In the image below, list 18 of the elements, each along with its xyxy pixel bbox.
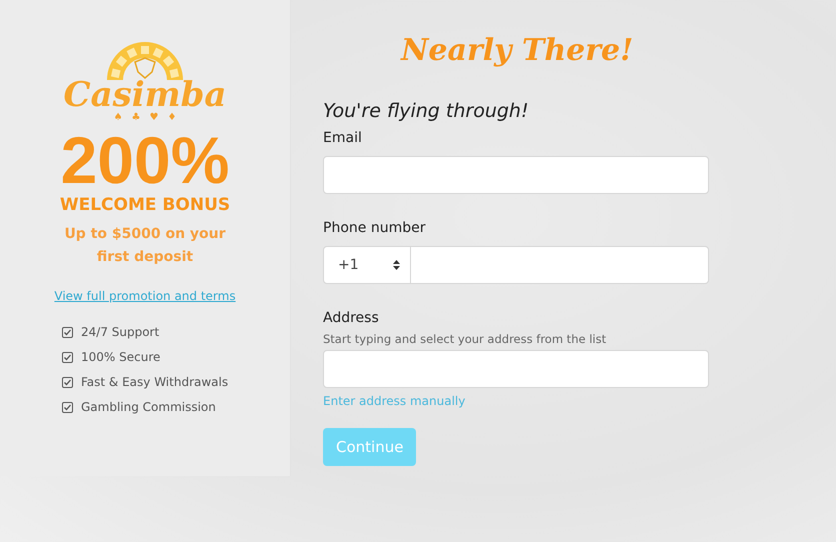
form-subheading: You're flying through! — [323, 100, 530, 122]
field-label: Address — [323, 310, 380, 326]
feature-label: Gambling Commission — [81, 400, 216, 414]
country-code-select[interactable]: +1 — [323, 246, 411, 284]
feature-label: 24/7 Support — [81, 325, 160, 339]
bonus-amount: 200% — [60, 127, 230, 193]
field-label: Email — [323, 130, 363, 146]
page-heading: Nearly There! — [401, 33, 634, 68]
logo-wordmark: Casimba — [64, 78, 226, 112]
manual-address-link[interactable]: Enter address manually — [323, 394, 466, 408]
feature-label: 100% Secure — [81, 350, 160, 364]
field-hint: Start typing and select your address from the list — [323, 332, 608, 346]
bonus-title: WELCOME BONUS — [60, 195, 230, 215]
bonus-subtitle: Up to $5000 on your first deposit — [63, 225, 227, 267]
feature-label: Fast & Easy Withdrawals — [81, 375, 228, 389]
terms-link[interactable]: View full promotion and terms — [54, 289, 236, 303]
field-label: Phone number — [323, 220, 426, 236]
card-suits: ♠♣♥♦ — [114, 112, 186, 123]
